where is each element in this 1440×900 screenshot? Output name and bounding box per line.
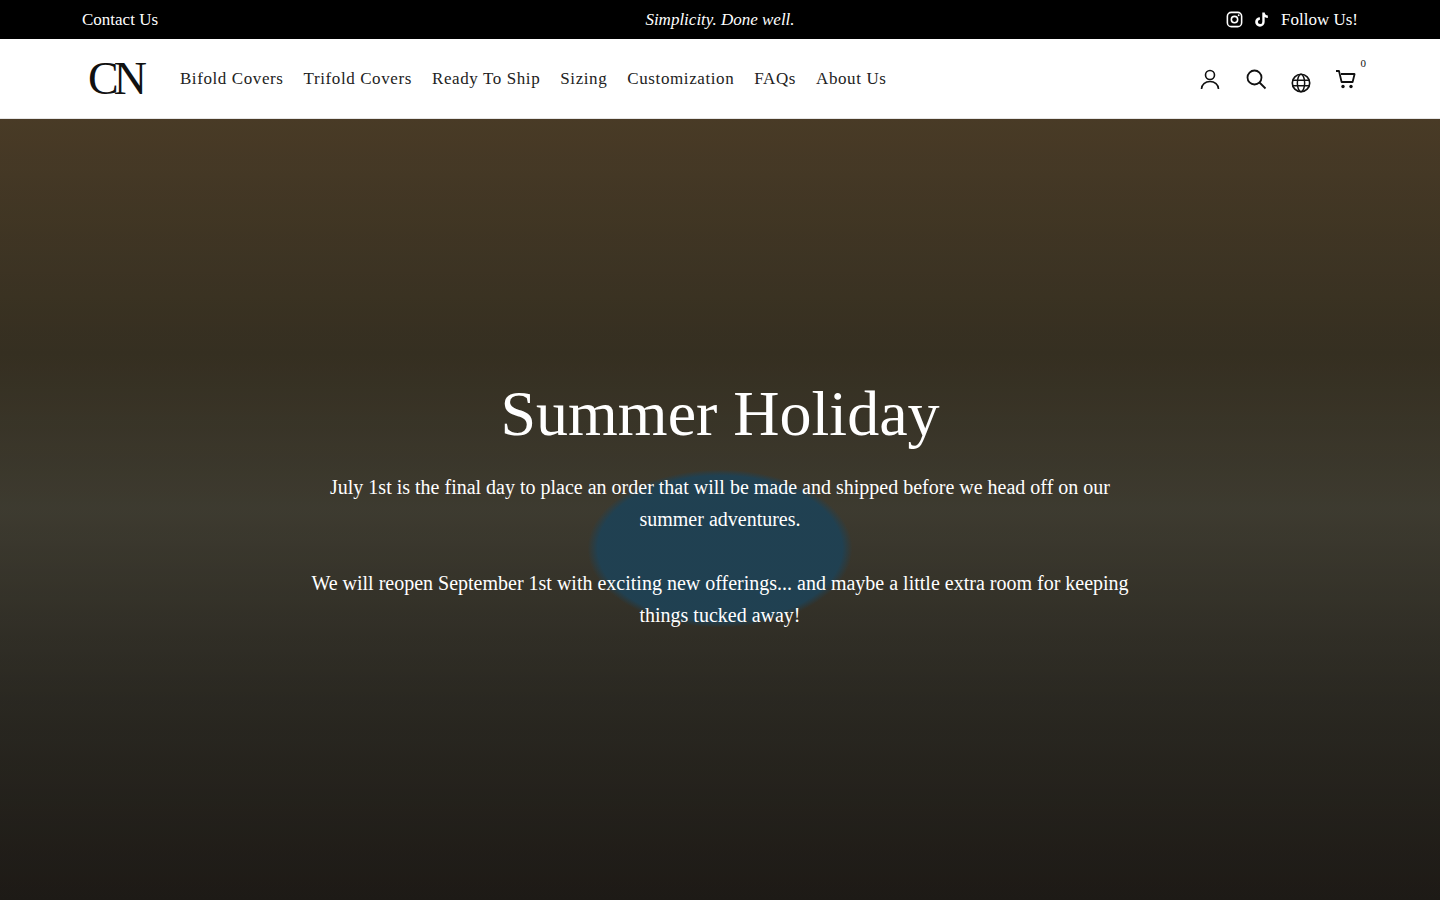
- nav-link[interactable]: Ready To Ship: [432, 69, 540, 89]
- hero-banner: Summer Holiday July 1st is the final day…: [0, 119, 1440, 900]
- cart-button[interactable]: 0: [1334, 67, 1358, 91]
- cart-icon[interactable]: [1334, 67, 1358, 91]
- nav-link[interactable]: FAQs: [754, 69, 796, 89]
- hero-content: Summer Holiday July 1st is the final day…: [305, 356, 1135, 663]
- cart-count: 0: [1361, 57, 1367, 69]
- main-header: CN Bifold Covers Trifold Covers Ready To S…: [0, 39, 1440, 119]
- nav-link[interactable]: Customization: [627, 69, 734, 89]
- hero-title: Summer Holiday: [305, 376, 1135, 453]
- nav-link[interactable]: About Us: [816, 69, 886, 89]
- search-icon[interactable]: [1244, 67, 1268, 91]
- main-nav: Bifold Covers Trifold Covers Ready To Ship…: [180, 69, 1198, 89]
- follow-us-label[interactable]: Follow Us!: [1281, 10, 1358, 30]
- account-icon[interactable]: [1198, 67, 1222, 91]
- tagline: Simplicity. Done well.: [645, 10, 794, 30]
- nav-link[interactable]: Bifold Covers: [180, 69, 284, 89]
- logo[interactable]: CN: [88, 56, 142, 102]
- page: Contact Us Simplicity. Done well. Follow…: [0, 0, 1440, 900]
- nav-link[interactable]: Trifold Covers: [304, 69, 412, 89]
- globe-icon[interactable]: [1290, 72, 1312, 94]
- contact-link[interactable]: Contact Us: [82, 10, 645, 30]
- tiktok-icon[interactable]: [1252, 10, 1271, 29]
- header-actions: 0: [1198, 64, 1358, 94]
- hero-text: We will reopen September 1st with exciti…: [305, 567, 1135, 631]
- instagram-icon[interactable]: [1225, 10, 1244, 29]
- announcement-bar: Contact Us Simplicity. Done well. Follow…: [0, 0, 1440, 39]
- hero-text: July 1st is the final day to place an or…: [305, 471, 1135, 535]
- nav-link[interactable]: Sizing: [560, 69, 607, 89]
- social-links: Follow Us!: [795, 10, 1358, 30]
